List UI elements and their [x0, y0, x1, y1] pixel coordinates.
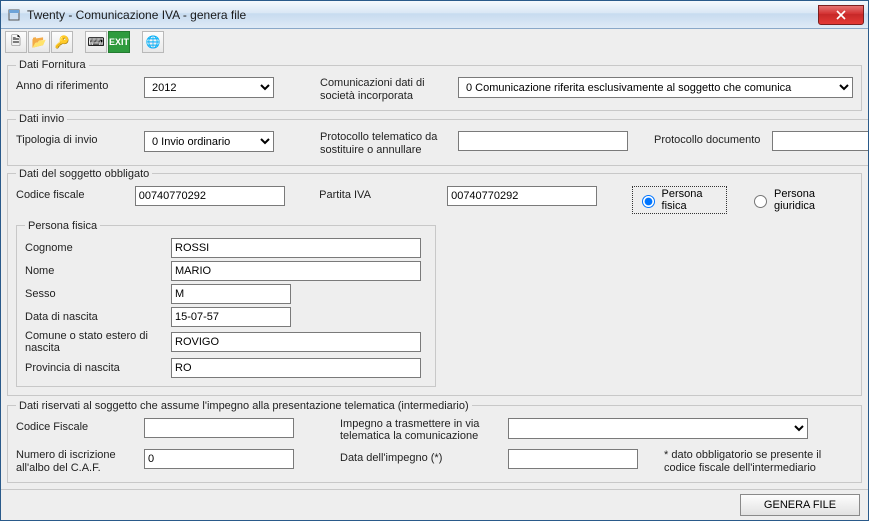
label-impegno: Impegno a trasmettere in via telematica …	[340, 418, 500, 443]
select-tipologia[interactable]: 0 Invio ordinario	[144, 131, 274, 152]
genera-file-button[interactable]: GENERA FILE	[740, 494, 860, 516]
window-title: Twenty - Comunicazione IVA - genera file	[27, 8, 246, 22]
radio-label-giuridica: Persona giuridica	[774, 188, 849, 212]
key-button[interactable]: 🔑	[51, 31, 73, 53]
label-comunicazioni: Comunicazioni dati di società incorporat…	[320, 77, 450, 102]
radio-persona-giuridica[interactable]: Persona giuridica	[745, 187, 853, 213]
select-anno[interactable]: 2012	[144, 77, 274, 98]
label-protocollo-tel: Protocollo telematico da sostituire o an…	[320, 131, 450, 156]
label-codice-fiscale: Codice fiscale	[16, 186, 127, 201]
input-sesso[interactable]	[171, 284, 291, 304]
input-data-nascita[interactable]	[171, 307, 291, 327]
group-invio: Dati invio Tipologia di invio 0 Invio or…	[7, 113, 868, 165]
note-intermediario: * dato obbligatorio se presente il codic…	[664, 449, 853, 474]
select-comunicazioni[interactable]: 0 Comunicazione riferita esclusivamente …	[458, 77, 853, 98]
input-protocollo-tel[interactable]	[458, 131, 628, 151]
radio-group-persona: Persona fisica Persona giuridica	[632, 186, 853, 214]
close-icon	[836, 10, 846, 20]
new-document-button[interactable]: 🗎	[5, 31, 27, 53]
globe-icon: 🌐	[146, 35, 161, 49]
label-data-impegno: Data dell'impegno (*)	[340, 449, 500, 464]
globe-button[interactable]: 🌐	[142, 31, 164, 53]
window-icon	[7, 8, 21, 22]
input-cognome[interactable]	[171, 238, 421, 258]
footer: GENERA FILE	[1, 489, 868, 520]
label-numero: Numero di iscrizione all'albo del C.A.F.	[16, 449, 136, 474]
label-anno: Anno di riferimento	[16, 77, 136, 92]
group-fornitura: Dati Fornitura Anno di riferimento 2012 …	[7, 59, 862, 111]
legend-fornitura: Dati Fornitura	[16, 59, 89, 71]
key-icon: 🔑	[55, 35, 70, 49]
keyboard-icon: ⌨	[87, 35, 104, 49]
titlebar: Twenty - Comunicazione IVA - genera file	[1, 1, 868, 29]
input-numero[interactable]	[144, 449, 294, 469]
label-sesso: Sesso	[25, 288, 165, 300]
label-comune: Comune o stato estero di nascita	[25, 330, 165, 355]
legend-invio: Dati invio	[16, 113, 67, 125]
label-partita-iva: Partita IVA	[319, 186, 439, 201]
input-partita-iva[interactable]	[447, 186, 597, 206]
legend-soggetto: Dati del soggetto obbligato	[16, 168, 152, 180]
content-area: Dati Fornitura Anno di riferimento 2012 …	[1, 55, 868, 489]
radio-input-fisica[interactable]	[642, 195, 655, 208]
input-nome[interactable]	[171, 261, 421, 281]
group-soggetto: Dati del soggetto obbligato Codice fisca…	[7, 168, 862, 396]
legend-intermediario: Dati riservati al soggetto che assume l'…	[16, 400, 472, 412]
app-window: Twenty - Comunicazione IVA - genera file…	[0, 0, 869, 521]
radio-persona-fisica[interactable]: Persona fisica	[632, 186, 728, 214]
toolbar: 🗎 📂 🔑 ⌨ EXIT 🌐	[1, 29, 868, 55]
input-data-impegno[interactable]	[508, 449, 638, 469]
label-nome: Nome	[25, 265, 165, 277]
label-cognome: Cognome	[25, 242, 165, 254]
radio-input-giuridica[interactable]	[754, 195, 767, 208]
radio-label-fisica: Persona fisica	[662, 188, 723, 212]
legend-persona: Persona fisica	[25, 220, 100, 232]
group-intermediario: Dati riservati al soggetto che assume l'…	[7, 400, 862, 484]
keyboard-button[interactable]: ⌨	[85, 31, 107, 53]
input-int-cf[interactable]	[144, 418, 294, 438]
label-tipologia: Tipologia di invio	[16, 131, 136, 146]
label-provincia: Provincia di nascita	[25, 362, 165, 374]
input-codice-fiscale[interactable]	[135, 186, 285, 206]
open-button[interactable]: 📂	[28, 31, 50, 53]
exit-icon: EXIT	[109, 37, 129, 47]
input-provincia[interactable]	[171, 358, 421, 378]
exit-button[interactable]: EXIT	[108, 31, 130, 53]
label-data-nascita: Data di nascita	[25, 311, 165, 323]
document-icon: 🗎	[11, 32, 21, 53]
input-comune[interactable]	[171, 332, 421, 352]
label-int-cf: Codice Fiscale	[16, 418, 136, 433]
group-persona-fisica: Persona fisica Cognome Nome Sesso Data d…	[16, 220, 436, 387]
folder-open-icon: 📂	[32, 35, 47, 49]
input-protocollo-doc[interactable]	[772, 131, 868, 151]
label-protocollo-doc: Protocollo documento	[654, 131, 764, 146]
close-button[interactable]	[818, 5, 864, 25]
select-impegno[interactable]	[508, 418, 808, 439]
